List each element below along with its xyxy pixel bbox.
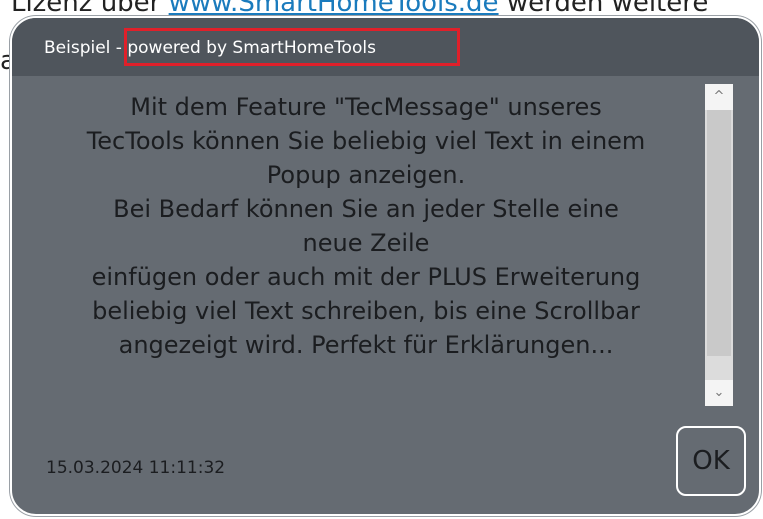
message-scrollbar[interactable]: ^ ⌄ (705, 84, 733, 406)
title-highlight-box (124, 28, 460, 66)
scrollbar-thumb[interactable] (707, 110, 731, 356)
dialog-header: Beispiel - powered by SmartHomeTools (12, 18, 759, 76)
dialog-title-prefix: Beispiel (44, 38, 111, 58)
message-text: Mit dem Feature "TecMessage" unseres Tec… (86, 93, 646, 359)
chevron-down-icon[interactable]: ⌄ (705, 380, 733, 406)
message-timestamp: 15.03.2024 11:11:32 (46, 458, 226, 478)
message-area: Mit dem Feature "TecMessage" unseres Tec… (26, 80, 706, 410)
message-dialog: Beispiel - powered by SmartHomeTools Mit… (10, 16, 761, 516)
chevron-up-icon[interactable]: ^ (705, 84, 733, 110)
ok-button[interactable]: OK (676, 426, 746, 496)
